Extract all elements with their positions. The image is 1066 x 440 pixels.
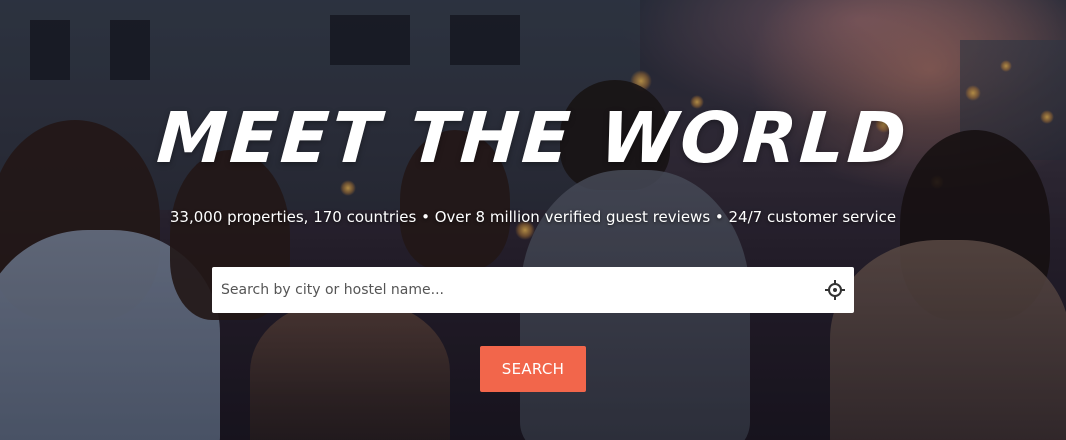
search-input[interactable] xyxy=(212,267,802,313)
crosshair-locate-icon[interactable] xyxy=(824,279,846,301)
hero-banner: MEET THE WORLD 33,000 properties, 170 co… xyxy=(0,0,1066,440)
hero-subline: 33,000 properties, 170 countries • Over … xyxy=(169,208,897,226)
hero-content: MEET THE WORLD 33,000 properties, 170 co… xyxy=(0,0,1066,440)
search-button[interactable]: SEARCH xyxy=(480,346,586,392)
hero-headline: MEET THE WORLD xyxy=(154,97,912,179)
search-box xyxy=(212,267,854,313)
